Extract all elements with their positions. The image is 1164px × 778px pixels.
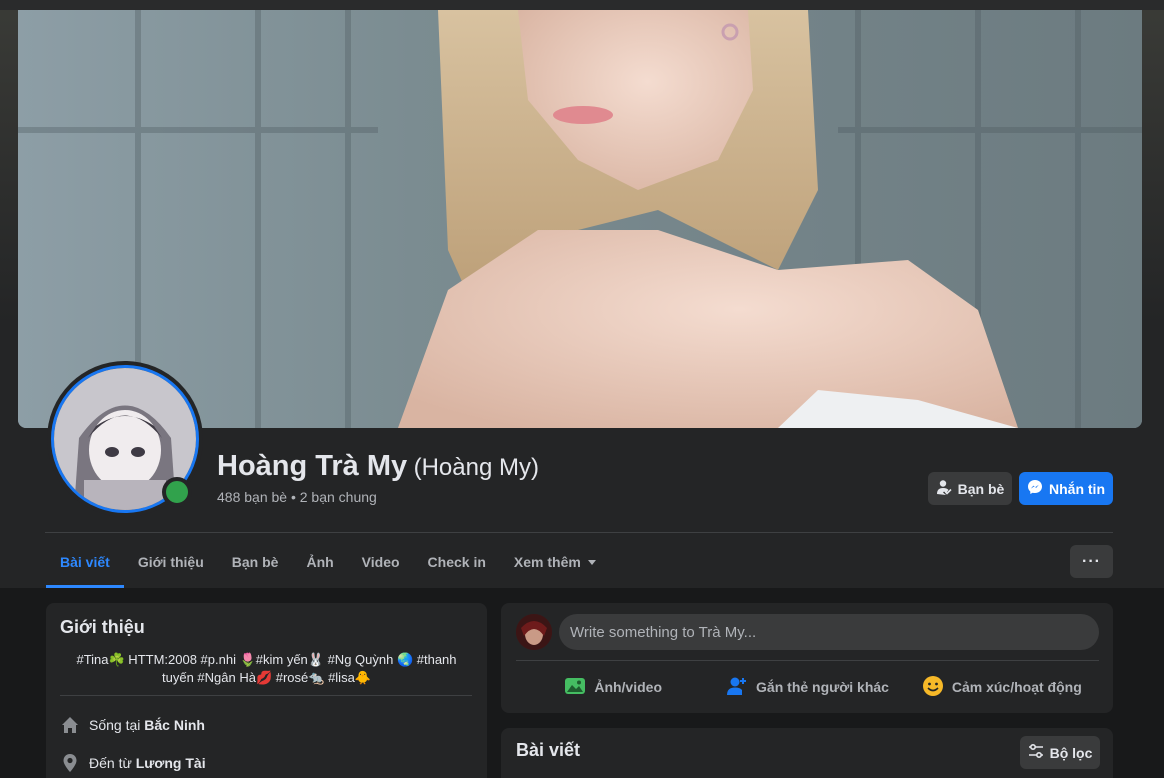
friends-button[interactable]: Bạn bè [928,472,1012,505]
message-button[interactable]: Nhắn tin [1019,472,1113,505]
tab-label: Giới thiệu [137,554,204,570]
photo-video-button[interactable]: Ảnh/video [516,667,710,707]
lives-in-row: Sống tại Bắc Ninh [60,715,205,735]
tab-videos[interactable]: Video [348,536,414,588]
posts-header-card: Bài viết Bộ lọc [501,728,1113,778]
intro-card: Giới thiệu #Tina☘️ HTTM:2008 #p.nhi 🌷#ki… [46,603,487,778]
tab-label: Ảnh [306,554,334,570]
friends-button-label: Bạn bè [957,480,1005,497]
friends-count[interactable]: 488 bạn bè • 2 bạn chung [217,489,377,505]
tab-friends[interactable]: Bạn bè [218,536,293,588]
friend-check-icon [936,479,952,498]
composer-avatar[interactable] [516,614,552,650]
composer-divider [516,660,1099,661]
tab-label: Bài viết [60,554,110,570]
photo-icon [564,675,586,700]
profile-name: Hoàng Trà My [217,450,408,482]
tag-people-label: Gắn thẻ người khác [756,679,889,695]
lives-in-prefix: Sống tại [89,717,141,733]
online-status-indicator [162,477,192,507]
header-divider [45,532,1113,533]
intro-title: Giới thiệu [60,617,145,637]
lives-in-place[interactable]: Bắc Ninh [144,717,205,733]
smile-icon [922,675,944,700]
tab-photos[interactable]: Ảnh [292,536,347,588]
intro-bio-line: #Tina☘️ HTTM:2008 #p.nhi 🌷#kim yến🐰 #Ng … [76,652,457,667]
composer-input[interactable]: Write something to Trà My... [559,614,1099,650]
feeling-activity-button[interactable]: Cảm xúc/hoạt động [905,667,1099,707]
tab-label: Xem thêm [513,554,581,570]
location-pin-icon [60,753,80,773]
intro-divider [60,695,472,696]
tab-posts[interactable]: Bài viết [46,536,124,588]
filter-sliders-icon [1028,743,1044,762]
intro-bio-line: tuyến #Ngân Hà💋 #rosé🐀 #lisa🐥 [162,670,371,685]
top-strip [0,0,1164,10]
profile-alternate-name: (Hoàng My) [413,454,539,481]
tag-people-button[interactable]: Gắn thẻ người khác [710,667,904,707]
tag-people-icon [726,675,748,700]
message-button-label: Nhắn tin [1049,480,1105,497]
intro-bio: #Tina☘️ HTTM:2008 #p.nhi 🌷#kim yến🐰 #Ng … [60,651,473,687]
profile-page: Hoàng Trà My (Hoàng My) 488 bạn bè • 2 b… [0,0,1164,778]
messenger-icon [1027,479,1043,498]
filter-label: Bộ lọc [1049,744,1093,761]
tab-checkins[interactable]: Check in [414,536,500,588]
composer-actions: Ảnh/video Gắn thẻ người khác Cảm xúc/hoạ… [516,667,1099,707]
caret-down-icon [587,559,596,565]
profile-tabs: Bài viết Giới thiệu Bạn bè Ảnh Video Che… [46,536,610,588]
feeling-activity-label: Cảm xúc/hoạt động [951,679,1082,695]
filter-button[interactable]: Bộ lọc [1020,736,1100,769]
tab-label: Check in [427,554,486,570]
tab-label: Bạn bè [231,554,279,570]
more-options-button[interactable]: ··· [1070,545,1113,578]
tab-label: Video [361,554,400,570]
posts-title: Bài viết [516,740,581,760]
photo-video-label: Ảnh/video [594,679,662,695]
tab-about[interactable]: Giới thiệu [124,536,218,588]
from-place[interactable]: Lương Tài [136,755,206,771]
tab-more[interactable]: Xem thêm [500,536,610,588]
profile-name-row: Hoàng Trà My (Hoàng My) [217,450,539,483]
home-icon [60,715,80,735]
from-prefix: Đến từ [89,755,132,771]
from-row: Đến từ Lương Tài [60,753,206,773]
post-composer: Write something to Trà My... Ảnh/video G… [501,603,1113,713]
cover-photo[interactable] [18,10,1142,428]
